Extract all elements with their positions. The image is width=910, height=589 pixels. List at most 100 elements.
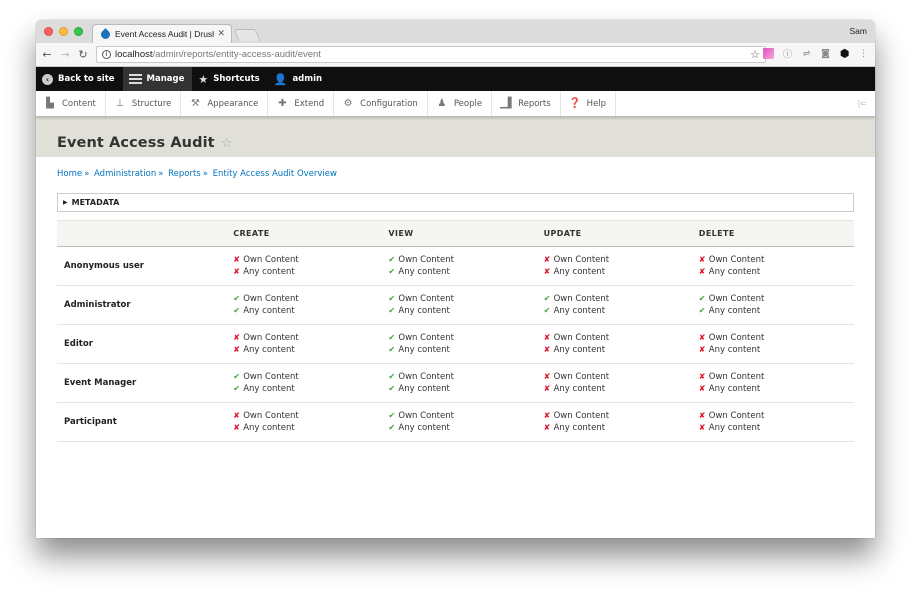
permission-cell-create: ✘ Own Content ✘ Any content (233, 324, 389, 364)
close-tab-icon[interactable]: ✕ (217, 29, 225, 39)
check-icon: ✔ (388, 345, 396, 354)
permission-label: Own Content (243, 293, 299, 304)
permission-any-content: ✘ Any content (544, 266, 699, 279)
extension-pink-icon[interactable] (763, 48, 774, 59)
cross-icon: ✘ (698, 410, 706, 420)
table-body: Anonymous user ✘ Own Content ✘ Any content ✔ O… (57, 246, 854, 442)
permission-label: Any content (243, 306, 295, 316)
permission-own-content: ✘ Own Content (233, 254, 388, 267)
permission-own-content: ✘ Own Content (233, 332, 388, 345)
forward-arrow-icon[interactable]: → (58, 48, 72, 61)
permission-label: Own Content (398, 332, 454, 343)
permission-label: Any content (243, 267, 295, 277)
reload-icon[interactable]: ↻ (76, 48, 90, 61)
permission-label: Any content (398, 306, 450, 316)
permission-label: Any content (553, 384, 606, 394)
check-icon: ✔ (388, 293, 396, 303)
breadcrumb-home[interactable]: Home (57, 169, 82, 179)
cross-icon: ✘ (543, 384, 551, 393)
permission-label: Own Content (398, 410, 454, 421)
metadata-details-toggle[interactable]: ▶ METADATA (57, 193, 854, 212)
tray-label: Content (62, 98, 96, 109)
role-name: Administrator (57, 285, 234, 325)
page-title-text: Event Access Audit (57, 135, 215, 151)
breadcrumb-administration[interactable]: Administration (94, 169, 156, 179)
camera-icon[interactable]: ◙ (820, 48, 831, 59)
permission-label: Any content (708, 267, 761, 277)
permission-label: Own Content (398, 371, 454, 382)
permission-any-content: ✘ Any content (544, 422, 699, 435)
permission-any-content: ✔ Any content (699, 305, 854, 318)
cross-icon: ✘ (543, 332, 551, 342)
more-menu-icon[interactable]: ⋮ (858, 48, 869, 59)
tray-label: Reports (518, 98, 551, 109)
profile-name[interactable]: Sam (850, 26, 867, 36)
permission-label: Any content (398, 423, 450, 433)
column-header-view: VIEW (388, 220, 544, 247)
permission-label: Own Content (553, 332, 610, 343)
permission-cell-update: ✘ Own Content ✘ Any content (543, 324, 699, 364)
tray-item-appearance[interactable]: ⚒ Appearance (181, 91, 269, 116)
permission-cell-delete: ✔ Own Content ✔ Any content (698, 285, 854, 325)
extension-info-icon[interactable]: ⓘ (782, 48, 793, 60)
permission-own-content: ✘ Own Content (544, 254, 699, 267)
toolbar-user[interactable]: 👤 admin (268, 67, 330, 91)
table-row: Event Manager ✔ Own Content ✔ Any content ✔ Ow… (57, 363, 854, 403)
shortcut-star-icon[interactable]: ☆ (221, 136, 233, 151)
check-icon: ✔ (543, 293, 551, 303)
breadcrumb-entity-access-audit-overview[interactable]: Entity Access Audit Overview (213, 169, 337, 179)
tray-item-help[interactable]: ❓ Help (561, 91, 617, 116)
cross-icon: ✘ (698, 371, 706, 381)
check-icon: ✔ (233, 384, 240, 393)
table-header-row: CREATE VIEW UPDATE DELETE (57, 220, 854, 247)
cross-icon: ✘ (698, 345, 706, 354)
help-icon: ❓ (568, 98, 582, 109)
column-header-role (57, 220, 234, 247)
cross-icon: ✘ (233, 332, 240, 342)
permission-own-content: ✘ Own Content (699, 410, 854, 423)
maximize-window-button[interactable] (74, 27, 83, 36)
permission-label: Any content (708, 345, 761, 355)
tray-item-people[interactable]: ♟ People (428, 91, 493, 116)
browser-tab-active[interactable]: Event Access Audit | Drush Sit ✕ (92, 24, 232, 43)
check-icon: ✔ (388, 332, 396, 342)
bookmark-star-icon[interactable]: ☆ (750, 48, 760, 61)
tray-item-content[interactable]: ▙ Content (36, 91, 106, 116)
tray-item-reports[interactable]: ▁▌ Reports (492, 91, 561, 116)
minimize-window-button[interactable] (59, 27, 68, 36)
user-icon: 👤 (273, 72, 288, 86)
cross-icon: ✘ (698, 254, 706, 264)
toolbar-orientation-toggle-icon[interactable]: |⇐ (858, 99, 867, 108)
cross-icon: ✘ (543, 410, 551, 420)
extension-icons: ⓘ ⇌ ◙ ⬢ ⋮ (763, 47, 869, 60)
tray-label: Structure (131, 98, 172, 109)
table-row: Editor ✘ Own Content ✘ Any content ✔ Own Conte… (57, 324, 854, 364)
toolbar-shortcuts[interactable]: ★ Shortcuts (192, 67, 267, 91)
tray-item-structure[interactable]: ⊥ Structure (106, 91, 182, 116)
toolbar-back-to-site[interactable]: ‹ Back to site (36, 67, 123, 91)
permission-label: Own Content (553, 371, 610, 382)
people-icon: ♟ (437, 98, 447, 109)
permission-cell-create: ✔ Own Content ✔ Any content (233, 285, 389, 325)
tray-item-configuration[interactable]: ⚙ Configuration (334, 91, 428, 116)
admin-toolbar-tray: ▙ Content ⊥ Structure ⚒ Appearance ✚ Ext… (36, 91, 875, 117)
tray-label: Extend (294, 98, 325, 109)
extension-dark-icon[interactable]: ⬢ (839, 47, 850, 60)
permission-own-content: ✔ Own Content (388, 293, 543, 306)
new-tab-button[interactable] (233, 29, 261, 41)
url-input[interactable]: i localhost/admin/reports/entity-access-… (96, 46, 766, 63)
check-icon: ✔ (543, 306, 551, 315)
permission-any-content: ✔ Any content (388, 383, 543, 396)
permission-any-content: ✘ Any content (699, 383, 854, 396)
permission-label: Own Content (708, 410, 765, 421)
tray-item-extend[interactable]: ✚ Extend (268, 91, 335, 116)
breadcrumb-reports[interactable]: Reports (168, 169, 201, 179)
permission-label: Any content (708, 384, 761, 394)
toolbar-manage[interactable]: Manage (122, 67, 193, 91)
back-arrow-icon[interactable]: ← (40, 48, 54, 61)
tray-label: Configuration (360, 98, 418, 109)
extension-sync-icon[interactable]: ⇌ (801, 48, 812, 59)
info-icon[interactable]: i (102, 50, 111, 59)
toolbar-label: Manage (146, 74, 185, 84)
close-window-button[interactable] (44, 27, 53, 36)
